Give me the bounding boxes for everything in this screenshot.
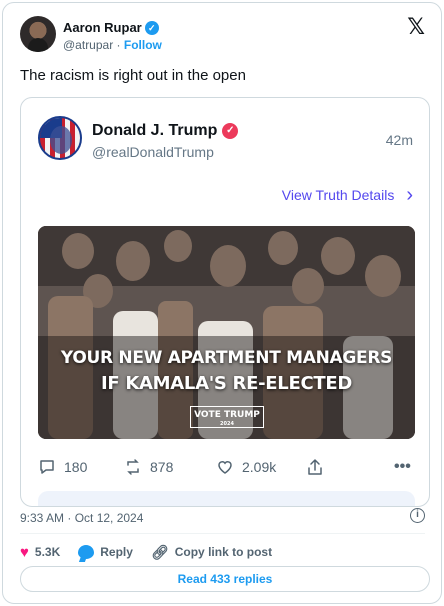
truth-like-button[interactable]: 2.09k bbox=[216, 458, 276, 476]
verified-badge-icon: ✓ bbox=[144, 20, 159, 35]
view-truth-details-label: View Truth Details bbox=[281, 187, 395, 203]
copy-link-button[interactable]: 🔗︎ Copy link to post bbox=[151, 544, 272, 561]
truth-author-name-text[interactable]: Donald J. Trump bbox=[92, 122, 217, 140]
handle-separator: · bbox=[116, 38, 121, 52]
vote-badge-text: VOTE TRUMP bbox=[194, 410, 260, 420]
truth-action-bar: 180 878 2.09k ••• bbox=[38, 458, 415, 480]
truth-author-avatar[interactable] bbox=[38, 116, 82, 160]
reply-button[interactable]: Reply bbox=[78, 545, 133, 559]
heart-outline-icon bbox=[218, 461, 232, 474]
truth-share-button[interactable] bbox=[306, 458, 324, 476]
author-handle-row: @atrupar · Follow bbox=[63, 38, 162, 52]
info-icon[interactable]: i bbox=[410, 508, 425, 523]
author-avatar[interactable] bbox=[20, 16, 56, 52]
reply-label: Reply bbox=[100, 545, 133, 559]
copy-link-label: Copy link to post bbox=[174, 545, 273, 559]
view-truth-details-link[interactable]: View Truth Details › bbox=[281, 184, 413, 206]
author-name[interactable]: Aaron Rupar ✓ bbox=[63, 20, 159, 35]
tweet-card: Aaron Rupar ✓ @atrupar · Follow 𝕏 The ra… bbox=[2, 2, 442, 604]
image-caption-line2: IF KAMALA'S RE-ELECTED bbox=[101, 373, 352, 394]
like-button[interactable]: ♥ 5.3K bbox=[20, 544, 60, 561]
divider bbox=[20, 533, 425, 534]
follow-button[interactable]: Follow bbox=[124, 38, 162, 52]
reply-bubble-icon bbox=[78, 545, 95, 559]
share-icon bbox=[308, 459, 322, 475]
image-caption-line1: YOUR NEW APARTMENT MANAGERS bbox=[60, 348, 393, 368]
x-logo-icon[interactable]: 𝕏 bbox=[407, 15, 425, 40]
embed-preview-strip bbox=[38, 491, 415, 506]
author-name-text[interactable]: Aaron Rupar bbox=[63, 20, 142, 35]
like-count: 5.3K bbox=[34, 545, 61, 559]
vote-badge-year: 2024 bbox=[220, 421, 234, 427]
truth-retruth-button[interactable]: 878 bbox=[124, 458, 173, 476]
comment-icon bbox=[40, 460, 54, 474]
heart-filled-icon: ♥ bbox=[20, 543, 29, 561]
retruth-icon bbox=[127, 459, 139, 475]
link-icon: 🔗︎ bbox=[150, 543, 169, 560]
author-handle[interactable]: @atrupar bbox=[63, 38, 113, 52]
truth-author-name[interactable]: Donald J. Trump ✓ bbox=[92, 122, 239, 140]
truth-retruth-count: 878 bbox=[150, 459, 174, 475]
more-icon[interactable]: ••• bbox=[394, 458, 411, 476]
tweet-timestamp[interactable]: 9:33 AM · Oct 12, 2024 bbox=[20, 511, 143, 525]
truth-post-time: 42m bbox=[385, 132, 413, 148]
tweet-text: The racism is right out in the open bbox=[20, 67, 246, 84]
truth-reply-button[interactable]: 180 bbox=[38, 458, 87, 476]
embedded-truth-post[interactable]: Donald J. Trump ✓ @realDonaldTrump 42m V… bbox=[20, 97, 430, 507]
truth-verified-icon: ✓ bbox=[222, 123, 239, 139]
truth-like-count: 2.09k bbox=[242, 459, 277, 475]
read-replies-button[interactable]: Read 433 replies bbox=[20, 566, 430, 592]
post-image[interactable]: YOUR NEW APARTMENT MANAGERS IF KAMALA'S … bbox=[38, 226, 415, 439]
vote-trump-badge: VOTE TRUMP 2024 bbox=[190, 406, 264, 428]
truth-author-handle[interactable]: @realDonaldTrump bbox=[92, 144, 214, 160]
engagement-bar: ♥ 5.3K Reply 🔗︎ Copy link to post bbox=[20, 542, 290, 562]
truth-reply-count: 180 bbox=[64, 459, 88, 475]
chevron-right-icon: › bbox=[406, 184, 413, 206]
